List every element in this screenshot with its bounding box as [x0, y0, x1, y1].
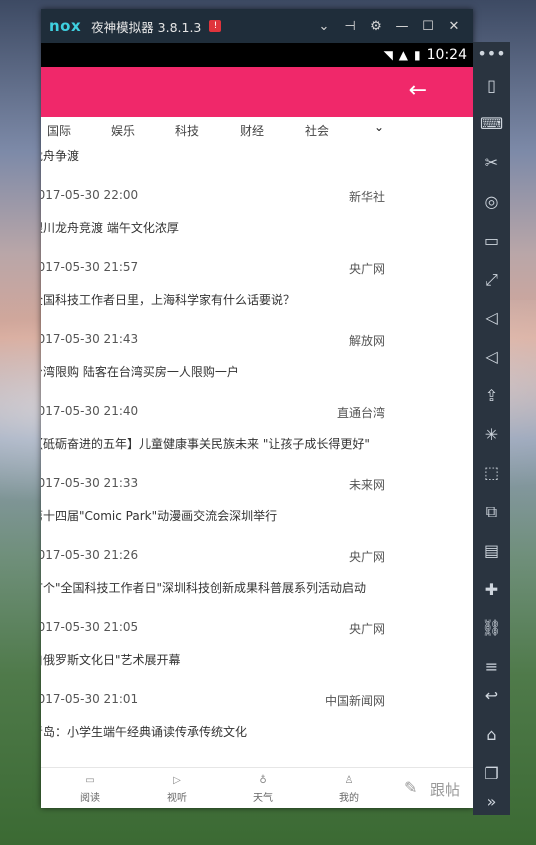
gear-icon[interactable]: ⚙	[363, 19, 389, 34]
status-time: 10:24	[426, 47, 467, 63]
news-title[interactable]: 首个"全国科技工作者日"深圳科技创新成果科普展系列活动启动	[41, 579, 366, 596]
back-arrow-button[interactable]: ←	[409, 79, 427, 103]
news-title[interactable]: 【砥砺奋进的五年】儿童健康事关民族未来 "让孩子成长得更好"	[41, 435, 370, 452]
bulb-icon: ♁	[259, 775, 267, 786]
news-time: 2017-05-30 21:43	[41, 332, 139, 346]
expand-icon[interactable]: »	[473, 792, 510, 811]
news-source: 中国新闻网	[324, 694, 385, 708]
phone-shake-icon[interactable]: ▯	[473, 76, 510, 95]
emulator-titlebar: nox 夜神模拟器 3.8.1.3 ! ⌄ ⊣ ⚙ — ☐ ✕	[41, 9, 473, 43]
book-icon: ▭	[85, 775, 95, 786]
scissors-icon[interactable]: ✂	[473, 153, 510, 172]
news-time: 2017-05-30 21:40	[41, 404, 139, 418]
volume-down-icon[interactable]: ◁	[473, 347, 510, 366]
close-icon[interactable]: ✕	[441, 19, 467, 34]
nav-read-label: 阅读	[80, 793, 100, 804]
nav-mine[interactable]: ♙ 我的	[324, 774, 374, 804]
more-icon[interactable]: •••	[473, 44, 510, 63]
news-source: 央广网	[348, 622, 385, 636]
category-tabs: 国际 娱乐 科技 财经 社会 ⌄	[41, 117, 473, 141]
news-time: 2017-05-30 21:33	[41, 476, 139, 490]
news-title[interactable]: 全国科技工作者日里，上海科学家有什么话要说？	[41, 291, 295, 308]
chevron-down-icon[interactable]: ⌄	[374, 120, 384, 134]
maximize-icon[interactable]: ☐	[415, 19, 441, 34]
news-source: 未来网	[348, 478, 385, 492]
news-source: 解放网	[348, 334, 385, 348]
app-bar: ←	[41, 67, 473, 117]
news-source: 央广网	[348, 550, 385, 564]
android-status-bar: ◥ ▲ ▮ 10:24	[41, 43, 473, 67]
news-time: 2017-05-30 21:57	[41, 260, 139, 274]
recent-apps-icon[interactable]: ❐	[473, 764, 510, 783]
bottom-navigation: ▭ 阅读 ▷ 视听 ♁ 天气 ♙ 我的	[41, 767, 392, 808]
nav-mine-label: 我的	[339, 793, 359, 804]
follow-post-label: 跟帖	[430, 781, 461, 799]
toolbox-icon[interactable]: ▤	[473, 541, 510, 560]
follow-post-button[interactable]: ✎ 跟帖	[392, 767, 473, 808]
tab-international[interactable]: 国际	[47, 122, 71, 139]
news-source: 央广网	[348, 262, 385, 276]
pencil-icon: ✎	[404, 778, 418, 797]
tab-society[interactable]: 社会	[305, 122, 329, 139]
tab-technology[interactable]: 科技	[175, 122, 199, 139]
news-title[interactable]: 台湾限购 陆客在台湾买房一人限购一户	[41, 363, 239, 380]
emulator-window: nox 夜神模拟器 3.8.1.3 ! ⌄ ⊣ ⚙ — ☐ ✕ ◥ ▲ ▮ 10…	[41, 9, 473, 808]
menu-icon[interactable]: ≡	[473, 657, 510, 676]
alert-badge[interactable]: !	[209, 20, 222, 32]
news-title[interactable]: 龙舟争渡	[41, 147, 79, 164]
minimize-icon[interactable]: —	[389, 19, 415, 34]
volume-up-icon[interactable]: ◁	[473, 308, 510, 327]
screen-icon[interactable]: ▭	[473, 231, 510, 250]
loading-icon[interactable]: ✳	[473, 425, 510, 444]
nav-video[interactable]: ▷ 视听	[152, 774, 202, 804]
user-icon: ♙	[344, 775, 354, 786]
nav-weather-label: 天气	[253, 793, 273, 804]
play-icon: ▷	[173, 775, 181, 786]
apk-install-icon[interactable]: ⇪	[473, 386, 510, 405]
keyboard-icon[interactable]: ⌨	[473, 114, 510, 133]
app-screen: ← 国际 娱乐 科技 财经 社会 ⌄ 龙舟争渡 2017-05-30 22:00…	[41, 67, 473, 808]
nav-read[interactable]: ▭ 阅读	[65, 774, 115, 804]
tab-entertainment[interactable]: 娱乐	[111, 122, 135, 139]
signal-icon: ▲	[398, 48, 409, 62]
fullscreen-icon[interactable]: ⤢	[473, 270, 510, 290]
nox-logo: nox	[49, 17, 82, 35]
multi-instance-icon[interactable]: ⧉	[473, 502, 510, 522]
news-source: 直通台湾	[336, 406, 385, 420]
window-title: 夜神模拟器 3.8.1.3	[91, 19, 202, 35]
tab-finance[interactable]: 财经	[240, 122, 264, 139]
news-source: 新华社	[348, 190, 385, 204]
back-icon[interactable]: ↩	[473, 686, 510, 705]
news-title[interactable]: 白俄罗斯文化日"艺术展开幕	[41, 651, 181, 668]
wifi-icon: ◥	[383, 48, 393, 62]
news-title[interactable]: 第十四届"Comic Park"动漫画交流会深圳举行	[41, 507, 277, 524]
news-title[interactable]: 青岛：小学生端午经典诵读传承传统文化	[41, 723, 247, 740]
battery-icon: ▮	[414, 48, 421, 62]
news-time: 2017-05-30 21:01	[41, 692, 139, 706]
news-time: 2017-05-30 21:26	[41, 548, 139, 562]
news-title[interactable]: 银川龙舟竞渡 端午文化浓厚	[41, 219, 179, 236]
emulator-side-toolbar: ••• ▯ ⌨ ✂ ◎ ▭ ⤢ ◁ ◁ ⇪ ✳ ⬚ ⧉ ▤ ✚ ⛓ ≡ ↩ ⌂ …	[473, 42, 510, 815]
nav-weather[interactable]: ♁ 天气	[238, 774, 288, 804]
location-icon[interactable]: ◎	[473, 192, 510, 211]
link-icon[interactable]: ⛓	[473, 618, 510, 637]
nav-video-label: 视听	[167, 793, 187, 804]
gamepad-icon[interactable]: ✚	[473, 580, 510, 599]
pin-icon[interactable]: ⊣	[337, 19, 363, 34]
home-icon[interactable]: ⌂	[473, 725, 510, 744]
record-icon[interactable]: ⬚	[473, 463, 510, 482]
news-time: 2017-05-30 22:00	[41, 188, 139, 202]
news-time: 2017-05-30 21:05	[41, 620, 139, 634]
chevron-down-icon[interactable]: ⌄	[311, 19, 337, 34]
